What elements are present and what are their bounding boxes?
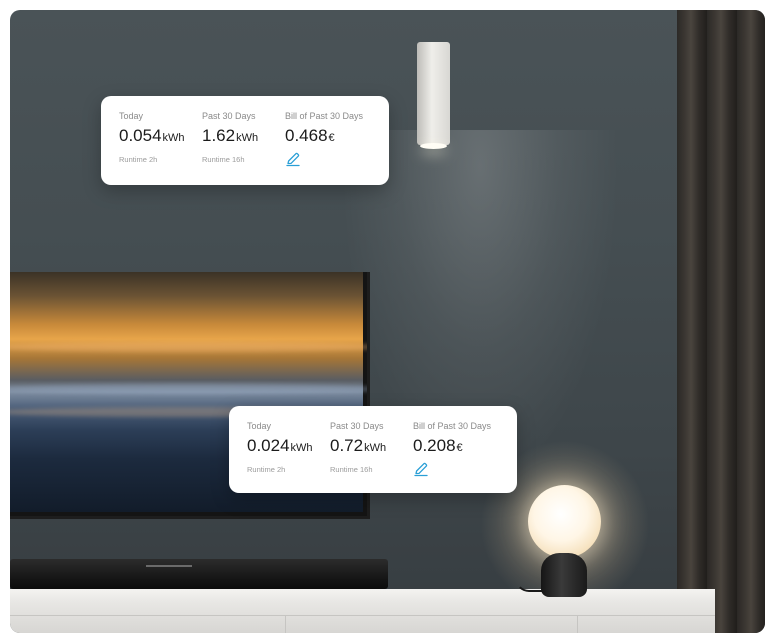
table-lamp-base — [541, 553, 587, 597]
today-label: Today — [119, 111, 144, 121]
past-30-days-unit: kWh — [236, 132, 259, 144]
bill-column: Bill of Past 30 Days 0.208€ — [413, 420, 499, 493]
past-30-days-runtime: Runtime 16h — [202, 155, 245, 164]
bill-value: 0.468€ — [285, 126, 371, 148]
table-lamp-globe — [528, 485, 601, 558]
energy-usage-card-spotlight: Today 0.054kWh Runtime 2h Past 30 Days 1… — [101, 96, 389, 185]
ceiling-spotlight — [417, 42, 450, 149]
bill-currency: € — [456, 442, 463, 454]
today-runtime: Runtime 2h — [247, 465, 286, 474]
bill-column: Bill of Past 30 Days 0.468€ — [285, 110, 371, 185]
past-30-days-column: Past 30 Days 0.72kWh Runtime 16h — [330, 420, 413, 493]
past-30-days-runtime: Runtime 16h — [330, 465, 373, 474]
today-column: Today 0.054kWh Runtime 2h — [119, 110, 202, 185]
tv-wave — [10, 342, 367, 352]
edit-pencil-icon[interactable] — [285, 151, 301, 167]
cabinet-seam — [285, 615, 286, 633]
bill-number: 0.468 — [285, 126, 328, 145]
today-value: 0.024kWh — [247, 436, 330, 458]
energy-usage-card-tv: Today 0.024kWh Runtime 2h Past 30 Days 0… — [229, 406, 517, 493]
past-30-days-number: 0.72 — [330, 436, 364, 455]
past-30-days-value: 0.72kWh — [330, 436, 413, 458]
today-number: 0.024 — [247, 436, 290, 455]
today-unit: kWh — [162, 132, 185, 144]
today-runtime: Runtime 2h — [119, 155, 158, 164]
past-30-days-label: Past 30 Days — [202, 111, 256, 121]
bill-number: 0.208 — [413, 436, 456, 455]
today-unit: kWh — [290, 442, 313, 454]
bill-value: 0.208€ — [413, 436, 499, 458]
past-30-days-unit: kWh — [364, 442, 387, 454]
tv-wave — [10, 384, 367, 394]
soundbar — [10, 559, 388, 589]
past-30-days-value: 1.62kWh — [202, 126, 285, 148]
past-30-days-number: 1.62 — [202, 126, 236, 145]
tv-cabinet — [10, 589, 715, 633]
soundbar-logo — [146, 565, 192, 567]
today-label: Today — [247, 421, 272, 431]
bill-label: Bill of Past 30 Days — [413, 421, 492, 431]
today-value: 0.054kWh — [119, 126, 202, 148]
edit-pencil-icon[interactable] — [413, 461, 429, 477]
bill-currency: € — [328, 132, 335, 144]
today-number: 0.054 — [119, 126, 162, 145]
past-30-days-label: Past 30 Days — [330, 421, 384, 431]
cabinet-seam — [577, 615, 578, 633]
past-30-days-column: Past 30 Days 1.62kWh Runtime 16h — [202, 110, 285, 185]
bill-label: Bill of Past 30 Days — [285, 111, 364, 121]
cabinet-drawer-line — [10, 615, 715, 616]
today-column: Today 0.024kWh Runtime 2h — [247, 420, 330, 493]
curtain — [677, 10, 765, 633]
